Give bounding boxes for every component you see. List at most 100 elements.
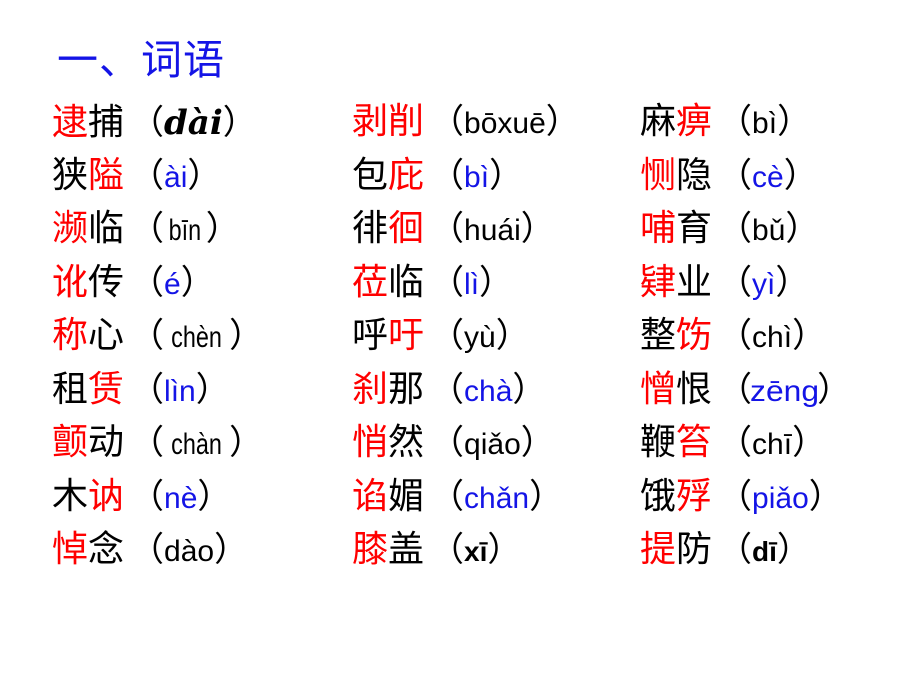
vocab-entry-content: 悼念 （dào） <box>52 529 248 572</box>
word-char-black: 念 <box>88 528 125 570</box>
pinyin-annotation: bì <box>752 107 778 141</box>
vocab-entry[interactable]: 麻痹 （bì） <box>640 96 912 150</box>
pinyin-annotation: chà <box>464 374 513 408</box>
close-paren: ） <box>487 531 522 570</box>
word-char-red: 肄 <box>640 260 677 302</box>
vocab-entry-content: 鞭笞 （chī） <box>640 422 826 465</box>
close-paren: ） <box>545 103 580 142</box>
close-paren: ） <box>489 156 524 195</box>
vocab-entry[interactable]: 恻隐 （cè） <box>640 150 912 204</box>
vocab-entry-content: 刹那 （chà） <box>352 368 547 412</box>
word-char-red: 提 <box>640 528 677 570</box>
pinyin-annotation: ài <box>164 160 188 194</box>
close-paren: ） <box>197 477 232 516</box>
word-char-red: 称 <box>52 314 89 356</box>
close-paren: ） <box>214 531 249 570</box>
vocab-entry[interactable]: 悄然 （qiǎo） <box>352 417 640 471</box>
word-char-black: 隐 <box>676 153 713 195</box>
vocab-entry[interactable]: 鞭笞 （chī） <box>640 417 912 471</box>
pinyin-annotation: xī <box>464 536 488 568</box>
vocab-entry-content: 剥削 （bōxuē） <box>352 101 580 144</box>
open-paren: （ <box>718 317 753 356</box>
vocab-entry[interactable]: 莅临 （lì） <box>352 257 640 311</box>
pinyin-annotation: nè <box>164 481 198 515</box>
vocab-entry[interactable]: 徘徊 （huái） <box>352 203 640 257</box>
vocab-entry[interactable]: 呼吁 （yù） <box>352 310 640 364</box>
vocab-entry[interactable]: 憎恨 （zēng） <box>640 364 912 418</box>
vocab-entry[interactable]: 哺育 （bǔ） <box>640 203 912 257</box>
close-paren: ） <box>775 263 810 302</box>
vocab-entry[interactable]: 刹那 （chà） <box>352 364 640 418</box>
vocab-entry[interactable]: 称心（chèn） <box>52 310 352 364</box>
open-paren: （ <box>718 370 753 409</box>
vocab-entry[interactable]: 租赁 （lìn） <box>52 364 352 418</box>
word-char-black: 动 <box>88 421 125 463</box>
vocab-entry-content: 讹传 （é） <box>52 260 215 305</box>
vocab-entry-content: 悄然 （qiǎo） <box>352 422 555 465</box>
pinyin-annotation: dài <box>164 103 223 144</box>
open-paren: （ <box>130 104 165 143</box>
word-char-black: 狭 <box>52 153 89 195</box>
pinyin-annotation: chàn <box>171 428 222 462</box>
word-char-black: 然 <box>388 421 425 463</box>
word-char-black: 育 <box>676 207 713 249</box>
open-paren: （ <box>130 531 165 570</box>
vocab-entry[interactable]: 膝盖 （xī） <box>352 524 640 578</box>
pinyin-annotation: huái <box>464 214 521 248</box>
pinyin-annotation: bì <box>464 160 490 194</box>
vocab-entry-content: 莅临 （lì） <box>352 260 513 305</box>
pinyin-annotation: lìn <box>164 374 196 408</box>
word-char-red: 讹 <box>52 260 89 302</box>
word-char-black: 呼 <box>352 314 389 356</box>
open-paren: （ <box>130 210 165 249</box>
vocab-entry-content: 谄媚 （chǎn） <box>352 474 563 519</box>
close-paren: ） <box>512 370 547 409</box>
table-row: 狭隘 （ài） 包庇 （bì） 恻隐 （cè） <box>52 150 912 204</box>
word-char-black: 整 <box>640 314 677 356</box>
pinyin-annotation: é <box>164 267 181 301</box>
pinyin-annotation: bīn <box>168 214 202 248</box>
open-paren: （ <box>430 370 465 409</box>
open-paren: （ <box>718 103 753 142</box>
open-paren: （ <box>430 263 465 302</box>
word-char-red: 莅 <box>352 260 389 302</box>
vocab-entry[interactable]: 狭隘 （ài） <box>52 150 352 204</box>
open-paren: （ <box>130 477 165 516</box>
pinyin-annotation: yì <box>752 267 776 301</box>
word-char-red-2: 笞 <box>676 421 713 463</box>
open-paren: （ <box>130 370 165 409</box>
pinyin-annotation: yù <box>464 321 496 355</box>
vocab-entry[interactable]: 讹传 （é） <box>52 257 352 311</box>
open-paren: （ <box>430 103 465 142</box>
pinyin-annotation: bōxuē <box>464 107 546 141</box>
table-row: 颤动（chàn）悄然 （qiǎo） 鞭笞 （chī） <box>52 417 912 471</box>
vocab-entry[interactable]: 谄媚 （chǎn） <box>352 471 640 525</box>
vocab-entry[interactable]: 提防 （dī） <box>640 524 912 578</box>
vocab-entry[interactable]: 饿殍 （piǎo） <box>640 471 912 525</box>
word-char-red-2: 讷 <box>88 474 125 516</box>
vocab-entry[interactable]: 颤动（chàn） <box>52 417 352 471</box>
word-char-red-2: 吁 <box>388 314 425 356</box>
vocab-entry[interactable]: 逮捕 （dài） <box>52 96 352 150</box>
word-char-red-2: 庇 <box>388 153 425 195</box>
vocab-entry[interactable]: 肄业 （yì） <box>640 257 912 311</box>
word-char-black: 业 <box>676 260 713 302</box>
vocab-entry[interactable]: 悼念 （dào） <box>52 524 352 578</box>
word-char-black: 媚 <box>388 474 425 516</box>
vocab-entry-content: 徘徊 （huái） <box>352 208 555 251</box>
pinyin-annotation: bǔ <box>752 214 786 248</box>
pinyin-annotation: dào <box>164 535 215 569</box>
close-paren: ） <box>180 263 215 302</box>
vocab-entry[interactable]: 木讷 （nè） <box>52 471 352 525</box>
word-char-black: 恨 <box>676 367 713 409</box>
close-paren: ） <box>777 103 812 142</box>
vocab-entry[interactable]: 濒临（bīn） <box>52 203 352 257</box>
vocab-entry[interactable]: 剥削 （bōxuē） <box>352 96 640 150</box>
open-paren: （ <box>130 424 165 463</box>
word-char-red: 恻 <box>640 153 677 195</box>
vocab-entry[interactable]: 包庇 （bì） <box>352 150 640 204</box>
word-char-black: 麻 <box>640 100 677 142</box>
pinyin-annotation: chī <box>752 428 793 462</box>
open-paren: （ <box>430 477 465 516</box>
vocab-entry[interactable]: 整饬 （chì） <box>640 310 912 364</box>
